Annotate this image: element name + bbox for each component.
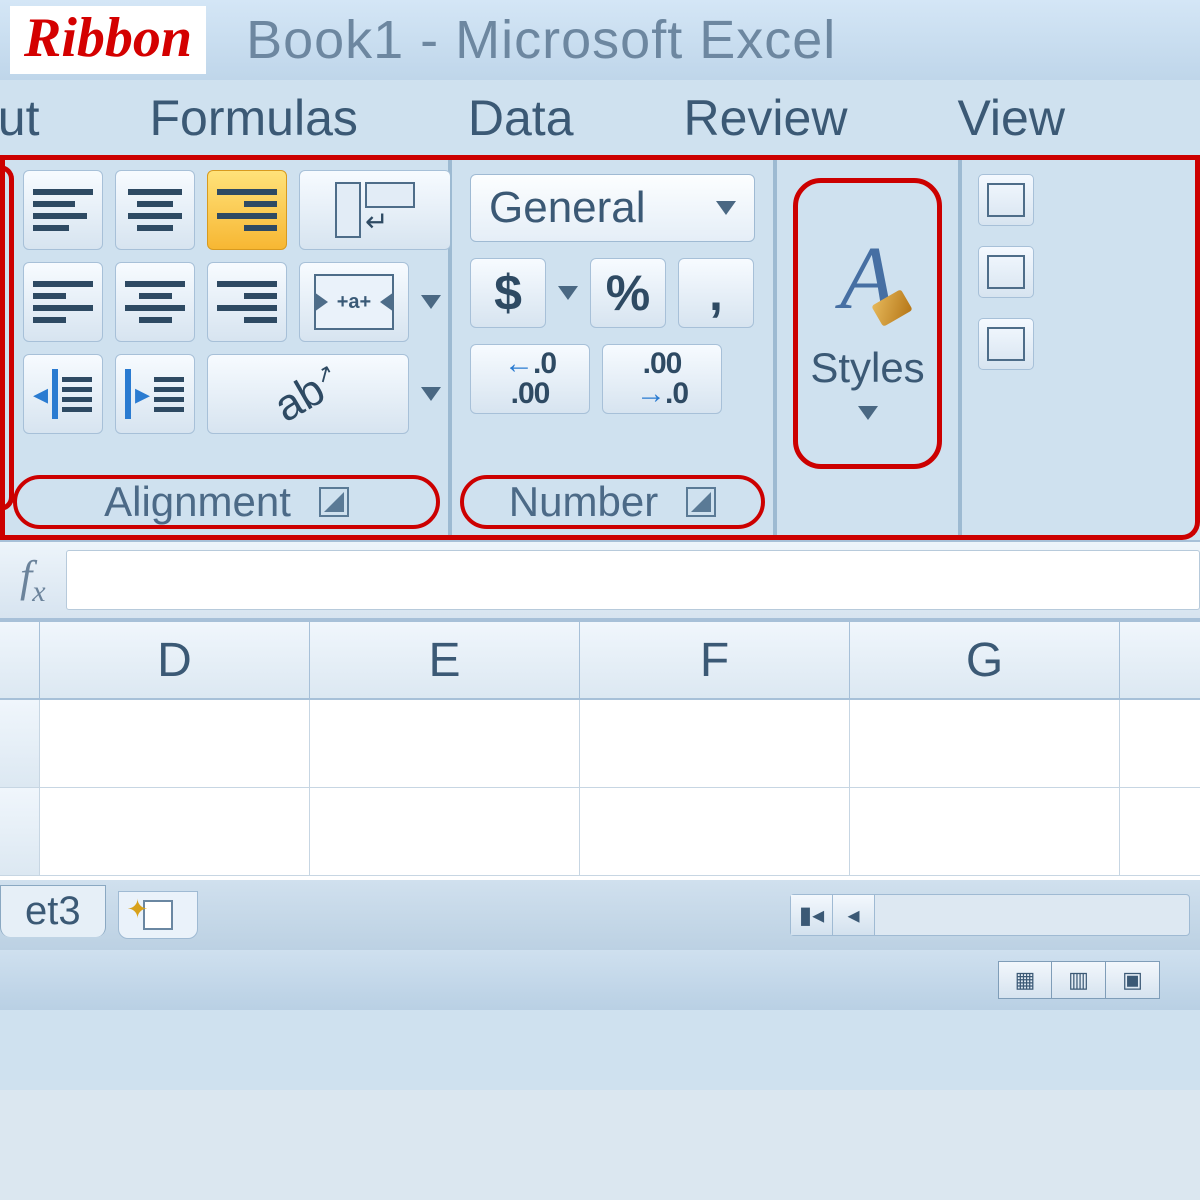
number-group: General $ % , ←.0.00 .00→.0 Number bbox=[450, 160, 775, 535]
styles-button[interactable]: A Styles bbox=[793, 178, 942, 469]
cells-group-partial bbox=[960, 160, 1040, 535]
column-headers: D E F G bbox=[0, 622, 1200, 700]
chevron-down-icon bbox=[716, 201, 736, 215]
sheet-tab-bar: et3 ✦ ▮◂ ◂ bbox=[0, 880, 1200, 950]
orientation-dropdown-icon[interactable] bbox=[421, 387, 441, 401]
normal-view-button[interactable]: ▦ bbox=[998, 961, 1052, 999]
fx-icon[interactable]: fx bbox=[20, 551, 46, 609]
grid-row[interactable] bbox=[0, 788, 1200, 876]
status-bar: ▦ ▥ ▣ bbox=[0, 950, 1200, 1010]
alignment-label-text: Alignment bbox=[104, 478, 291, 526]
ribbon-annotation: Ribbon bbox=[10, 6, 206, 74]
col-header-g[interactable]: G bbox=[850, 622, 1120, 698]
increase-decimal-button[interactable]: ←.0.00 bbox=[470, 344, 590, 414]
orientation-button[interactable]: ab↗ bbox=[207, 354, 409, 434]
styles-group: A Styles bbox=[775, 160, 960, 535]
window-title: Book1 - Microsoft Excel bbox=[246, 9, 836, 71]
formula-input[interactable] bbox=[66, 550, 1200, 610]
col-header-e[interactable]: E bbox=[310, 622, 580, 698]
align-right-button[interactable] bbox=[207, 262, 287, 342]
new-sheet-button[interactable]: ✦ bbox=[118, 891, 198, 939]
annotation-border bbox=[0, 165, 14, 511]
worksheet-grid[interactable]: D E F G bbox=[0, 620, 1200, 880]
col-header-d[interactable]: D bbox=[40, 622, 310, 698]
tab-view[interactable]: View bbox=[957, 89, 1064, 147]
align-left-button[interactable] bbox=[23, 262, 103, 342]
tab-page-layout[interactable]: out bbox=[0, 89, 40, 147]
align-top-button[interactable] bbox=[23, 170, 103, 250]
align-middle-button[interactable] bbox=[115, 170, 195, 250]
styles-dropdown-icon bbox=[858, 406, 878, 420]
tab-formulas[interactable]: Formulas bbox=[150, 89, 358, 147]
grid-row[interactable] bbox=[0, 700, 1200, 788]
ribbon: ↵ +a+ ◂ ▸ ab↗ Alignment bbox=[0, 160, 1200, 540]
decrease-indent-button[interactable]: ◂ bbox=[23, 354, 103, 434]
currency-dropdown-icon[interactable] bbox=[558, 286, 578, 300]
comma-style-button[interactable]: , bbox=[678, 258, 754, 328]
number-format-value: General bbox=[489, 183, 646, 233]
merge-dropdown-icon[interactable] bbox=[421, 295, 441, 309]
increase-indent-button[interactable]: ▸ bbox=[115, 354, 195, 434]
decrease-decimal-button[interactable]: .00→.0 bbox=[602, 344, 722, 414]
alignment-launcher-icon[interactable] bbox=[319, 487, 349, 517]
percent-button[interactable]: % bbox=[590, 258, 666, 328]
corner[interactable] bbox=[0, 622, 40, 698]
tab-review[interactable]: Review bbox=[684, 89, 848, 147]
ribbon-tabs: out Formulas Data Review View bbox=[0, 80, 1200, 160]
tab-data[interactable]: Data bbox=[468, 89, 574, 147]
insert-cells-button[interactable] bbox=[978, 174, 1034, 226]
number-label-text: Number bbox=[509, 478, 658, 526]
number-group-label: Number bbox=[460, 475, 765, 529]
title-bar: Ribbon Book1 - Microsoft Excel bbox=[0, 0, 1200, 80]
sheet-tab[interactable]: et3 bbox=[0, 885, 106, 937]
scroll-left-icon[interactable]: ◂ bbox=[833, 895, 875, 935]
alignment-group: ↵ +a+ ◂ ▸ ab↗ Alignment bbox=[5, 160, 450, 535]
col-header-f[interactable]: F bbox=[580, 622, 850, 698]
styles-icon: A bbox=[840, 227, 895, 330]
scroll-end-left-icon[interactable]: ▮◂ bbox=[791, 895, 833, 935]
number-format-dropdown[interactable]: General bbox=[470, 174, 755, 242]
delete-cells-button[interactable] bbox=[978, 246, 1034, 298]
alignment-group-label: Alignment bbox=[13, 475, 440, 529]
number-launcher-icon[interactable] bbox=[686, 487, 716, 517]
align-center-button[interactable] bbox=[115, 262, 195, 342]
styles-label-text: Styles bbox=[810, 344, 924, 392]
align-bottom-button[interactable] bbox=[207, 170, 287, 250]
horizontal-scrollbar[interactable]: ▮◂ ◂ bbox=[790, 894, 1190, 936]
merge-center-button[interactable]: +a+ bbox=[299, 262, 409, 342]
page-break-view-button[interactable]: ▣ bbox=[1106, 961, 1160, 999]
wrap-text-button[interactable]: ↵ bbox=[299, 170, 451, 250]
formula-bar: fx bbox=[0, 540, 1200, 620]
currency-button[interactable]: $ bbox=[470, 258, 546, 328]
page-layout-view-button[interactable]: ▥ bbox=[1052, 961, 1106, 999]
format-cells-button[interactable] bbox=[978, 318, 1034, 370]
